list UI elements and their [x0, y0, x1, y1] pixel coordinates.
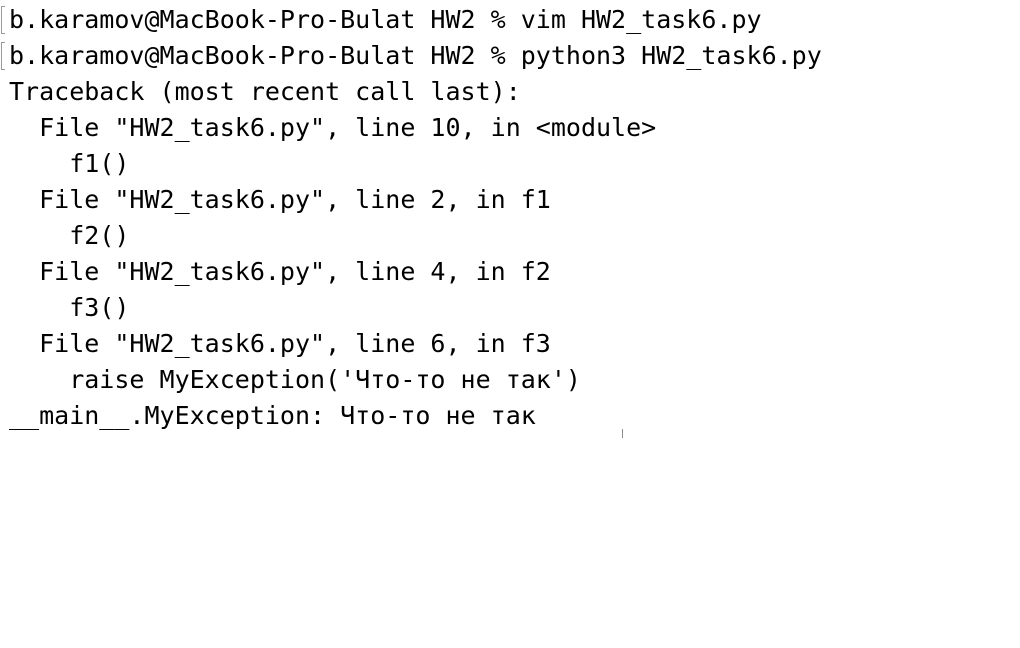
traceback-frame: File "HW2_task6.py", line 2, in f1: [9, 185, 551, 214]
prompt-mark: [1, 42, 5, 70]
traceback-frame: File "HW2_task6.py", line 4, in f2: [9, 257, 551, 286]
traceback-source: f1(): [9, 149, 130, 178]
command-line-vim: b.karamov@MacBook-Pro-Bulat HW2 % vim HW…: [9, 5, 762, 34]
text-cursor: [622, 429, 623, 438]
traceback-frame: File "HW2_task6.py", line 6, in f3: [9, 329, 551, 358]
exception-message: __main__.MyException: Что-то не так: [9, 401, 536, 430]
command-line-python: b.karamov@MacBook-Pro-Bulat HW2 % python…: [9, 41, 822, 70]
traceback-source: f3(): [9, 293, 130, 322]
terminal-window[interactable]: b.karamov@MacBook-Pro-Bulat HW2 % vim HW…: [0, 0, 1020, 438]
traceback-source: raise MyException('Что-то не так'): [9, 365, 581, 394]
prompt-mark: [1, 6, 5, 34]
traceback-header: Traceback (most recent call last):: [9, 77, 521, 106]
traceback-source: f2(): [9, 221, 130, 250]
traceback-frame: File "HW2_task6.py", line 10, in <module…: [9, 113, 657, 142]
